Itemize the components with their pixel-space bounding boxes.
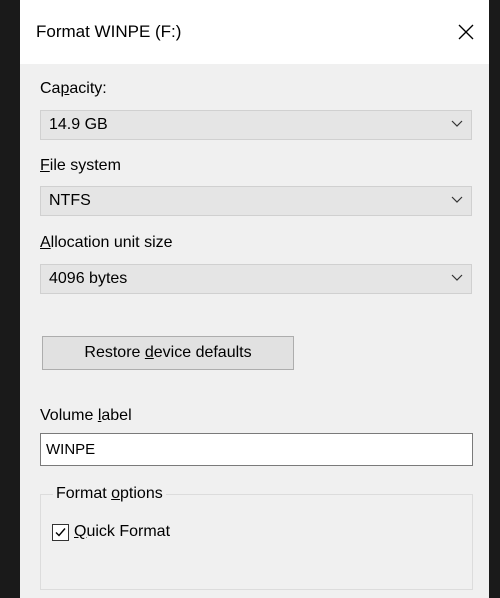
chevron-down-icon (451, 120, 463, 127)
allocation-unit-size-value: 4096 bytes (49, 270, 128, 287)
title-bar: Format WINPE (F:) (20, 0, 489, 64)
checkmark-icon (55, 527, 66, 537)
volume-label-input[interactable]: WINPE (40, 433, 473, 466)
file-system-value: NTFS (49, 192, 91, 209)
format-dialog: Format WINPE (F:) Capacity: 14.9 GB File… (20, 0, 489, 598)
allocation-unit-size-label: Allocation unit size (40, 234, 173, 251)
volume-label-value: WINPE (46, 441, 96, 458)
capacity-label: Capacity: (40, 80, 107, 97)
format-options-group (40, 494, 473, 590)
volume-label-label: Volume label (40, 407, 132, 424)
chevron-down-icon (451, 274, 463, 281)
close-icon (458, 24, 474, 40)
capacity-dropdown[interactable]: 14.9 GB (40, 110, 472, 140)
window-title: Format WINPE (F:) (36, 22, 182, 41)
capacity-value: 14.9 GB (49, 116, 108, 133)
quick-format-option[interactable]: Quick Format (52, 522, 170, 542)
restore-device-defaults-button[interactable]: Restore d evice defaults (42, 336, 294, 370)
allocation-unit-size-dropdown[interactable]: 4096 bytes (40, 264, 472, 294)
quick-format-checkbox[interactable] (52, 523, 69, 541)
close-button[interactable] (443, 10, 489, 54)
quick-format-label: Quick Format (74, 523, 171, 540)
file-system-dropdown[interactable]: NTFS (40, 186, 472, 216)
file-system-label: File system (40, 157, 121, 174)
format-options-title: Format options (53, 485, 166, 503)
chevron-down-icon (451, 196, 463, 203)
